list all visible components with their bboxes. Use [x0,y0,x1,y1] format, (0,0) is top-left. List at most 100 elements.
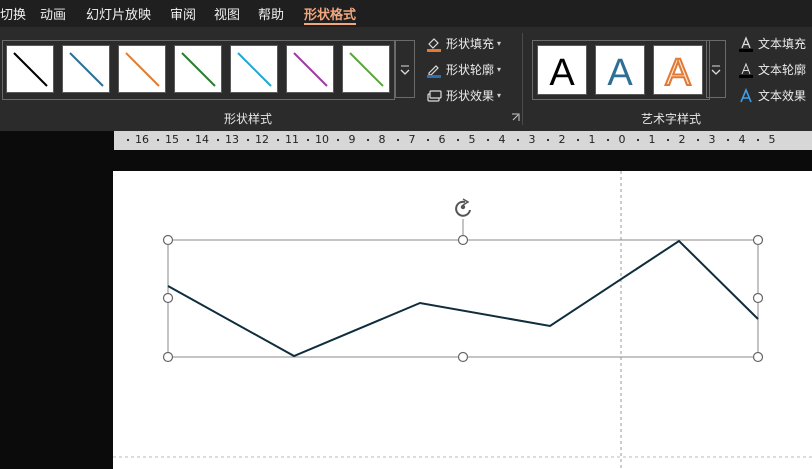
shape-effects-icon [427,89,442,102]
resize-handle[interactable] [752,234,764,246]
shape-outline-button[interactable]: 形状轮廓 ▾ [426,61,501,78]
dialog-launcher-icon[interactable] [511,113,520,122]
shape-effects-label: 形状效果 [446,89,495,103]
ruler-number: 4 [498,133,506,146]
ruler-tick [187,139,189,141]
resize-handle[interactable] [457,234,469,246]
wordart-more-button[interactable] [706,40,726,98]
wordart-styles-group-label: 艺术字样式 [641,112,702,126]
shape-style-swatch[interactable] [230,45,278,93]
resize-handle[interactable] [162,351,174,363]
text-fill-button[interactable]: 文本填充 [738,35,806,52]
resize-handle[interactable] [752,292,764,304]
menu-help[interactable]: 帮助 [258,4,284,23]
svg-text:A: A [549,52,575,94]
shape-fill-button[interactable]: 形状填充 ▾ [426,35,501,52]
ruler-number: 16 [135,133,149,146]
ruler-tick [337,139,339,141]
freeform-line-shape[interactable] [167,239,759,358]
rotation-handle-icon[interactable] [455,198,471,217]
ruler-number: 1 [588,133,596,146]
ruler-number: 5 [468,133,476,146]
slide-drawing [113,171,812,469]
ruler-tick [427,139,429,141]
ruler-number: 5 [768,133,776,146]
ruler-number: 3 [708,133,716,146]
diagonal-line-icon [125,52,160,87]
text-effects-label: 文本效果 [758,89,807,103]
ruler-tick [367,139,369,141]
ruler-tick [277,139,279,141]
resize-handle[interactable] [752,351,764,363]
ruler-tick [217,139,219,141]
diagonal-line-icon [181,52,216,87]
shape-style-swatch[interactable] [62,45,110,93]
shape-outline-label: 形状轮廓 [446,63,495,77]
shape-styles-group-label: 形状样式 [224,112,273,126]
shape-effects-button[interactable]: 形状效果 ▾ [426,87,501,104]
menu-bar: 切换 动画 幻灯片放映 审阅 视图 帮助 形状格式 [0,0,812,27]
ruler-number: 13 [225,133,239,146]
diagonal-line-icon [69,52,104,87]
horizontal-ruler[interactable]: 16 15 14 13 12 11 10 9 8 7 6 5 4 3 2 1 0 1 2 3 4 5 [114,131,812,150]
ruler-number: 2 [678,133,686,146]
menu-shape-format[interactable]: 形状格式 [304,4,356,23]
ruler-number: 7 [408,133,416,146]
shape-fill-label: 形状填充 [446,37,495,51]
ruler-tick [577,139,579,141]
text-outline-button[interactable]: 文本轮廓 [738,61,806,78]
menu-view[interactable]: 视图 [214,4,240,23]
text-outline-label: 文本轮廓 [758,63,807,77]
menu-transitions[interactable]: 切换 [0,4,26,23]
diagonal-line-icon [293,52,328,87]
ruler-number: 0 [618,133,626,146]
ribbon: 形状填充 ▾ 形状轮廓 ▾ 形状效果 ▾ 形状样式 A A A 文本填充 文本轮… [0,27,812,131]
menu-slideshow[interactable]: 幻灯片放映 [86,4,151,23]
active-tab-indicator [304,23,356,25]
wordart-style-black[interactable]: A [537,45,587,95]
wordart-blue-preview: A [607,52,633,94]
ruler-number: 14 [195,133,209,146]
shape-style-swatch[interactable] [6,45,54,93]
menu-animations[interactable]: 动画 [40,4,66,23]
wordart-style-orange-outline[interactable]: A [653,45,703,95]
gallery-more-icon [711,65,721,75]
svg-text:A: A [607,52,633,94]
ruler-number: 12 [255,133,269,146]
wordart-gallery: A A A [532,40,710,100]
ruler-tick [697,139,699,141]
shape-style-swatch[interactable] [174,45,222,93]
resize-handle[interactable] [162,292,174,304]
wordart-style-blue[interactable]: A [595,45,645,95]
diagonal-line-icon [13,52,48,87]
chevron-down-icon: ▾ [497,39,502,48]
resize-handle[interactable] [457,351,469,363]
ruler-number: 4 [738,133,746,146]
ruler-tick [487,139,489,141]
ruler-number: 2 [558,133,566,146]
resize-handle[interactable] [162,234,174,246]
chevron-down-icon: ▾ [497,65,502,74]
text-outline-icon [739,62,753,78]
slide-canvas[interactable] [113,171,812,469]
ruler-number: 11 [285,133,299,146]
gallery-more-button[interactable] [395,40,415,98]
ruler-tick [517,139,519,141]
shape-style-swatch[interactable] [118,45,166,93]
shape-style-swatch[interactable] [286,45,334,93]
text-fill-label: 文本填充 [758,37,807,51]
wordart-orange-preview: A [664,51,692,95]
menu-review[interactable]: 审阅 [170,4,196,23]
text-effects-button[interactable]: 文本效果 [738,87,806,104]
ruler-tick [157,139,159,141]
text-effects-icon [740,87,752,102]
shape-style-gallery [2,40,395,100]
ruler-tick [397,139,399,141]
text-fill-icon [739,35,753,52]
svg-text:A: A [665,52,691,94]
diagonal-line-icon [349,52,384,87]
ruler-number: 15 [165,133,179,146]
ruler-tick [757,139,759,141]
gallery-more-icon [400,65,410,75]
shape-style-swatch[interactable] [342,45,390,93]
